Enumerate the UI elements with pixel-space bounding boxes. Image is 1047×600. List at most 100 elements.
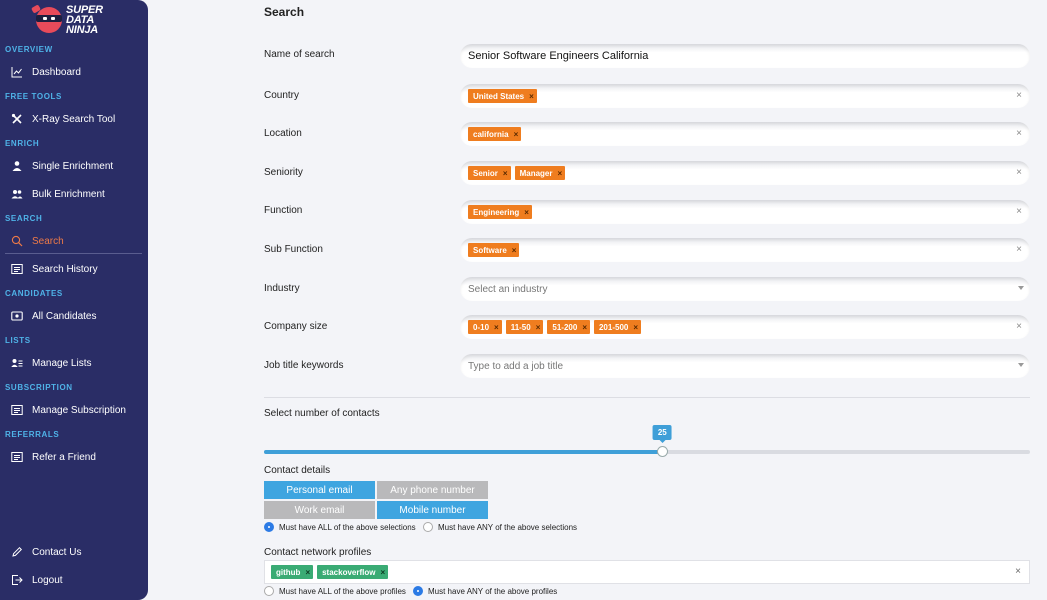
clear-icon[interactable]: × <box>1016 128 1022 139</box>
sidebar-item-logout[interactable]: Logout <box>0 569 142 591</box>
sidebar-item-label: Single Enrichment <box>32 160 114 172</box>
id-card-icon <box>11 310 23 322</box>
function-select[interactable]: Engineering × × <box>460 200 1030 224</box>
country-select[interactable]: United States × × <box>460 84 1030 108</box>
sidebar-item-label: Refer a Friend <box>32 451 96 463</box>
sidebar-item-label: Contact Us <box>32 546 82 558</box>
tag-remove-icon[interactable]: × <box>529 92 534 101</box>
sidebar-item-search-history[interactable]: Search History <box>0 258 142 280</box>
location-label: Location <box>264 128 302 139</box>
contact-radio-any[interactable]: Must have ANY of the above selections <box>423 522 577 532</box>
chevron-down-icon[interactable] <box>1018 286 1024 290</box>
clear-icon[interactable]: × <box>1016 167 1022 178</box>
radio-selected-icon <box>413 586 423 596</box>
any-phone-toggle[interactable]: Any phone number <box>377 481 488 499</box>
tag-remove-icon[interactable]: × <box>536 323 541 332</box>
sidebar-item-manage-subscription[interactable]: Manage Subscription <box>0 399 142 421</box>
sidebar-item-dashboard[interactable]: Dashboard <box>0 61 142 83</box>
sidebar-item-search[interactable]: Search <box>0 230 142 254</box>
industry-select[interactable]: Select an industry <box>460 277 1030 301</box>
slider-fill <box>264 450 663 454</box>
clear-icon[interactable]: × <box>1016 206 1022 217</box>
job-title-placeholder: Type to add a job title <box>468 360 564 372</box>
tag-remove-icon[interactable]: × <box>512 246 517 255</box>
section-subscription: SUBSCRIPTION <box>5 383 73 392</box>
personal-email-toggle[interactable]: Personal email <box>264 481 375 499</box>
list-icon <box>11 263 23 275</box>
contacts-slider-label: Select number of contacts <box>264 408 380 419</box>
company-size-label: Company size <box>264 321 328 332</box>
tag-remove-icon[interactable]: × <box>380 568 385 577</box>
tag-remove-icon[interactable]: × <box>524 208 529 217</box>
tag-github: github × <box>271 565 314 579</box>
job-title-input[interactable]: Type to add a job title <box>460 354 1030 378</box>
chart-line-icon <box>11 66 23 78</box>
slider-handle[interactable] <box>657 446 669 457</box>
name-of-search-input[interactable]: Senior Software Engineers California <box>460 44 1030 68</box>
tag-remove-icon[interactable]: × <box>633 323 638 332</box>
sidebar-item-xray-search[interactable]: X-Ray Search Tool <box>0 108 142 130</box>
chevron-down-icon[interactable] <box>1018 363 1024 367</box>
ninja-mask <box>36 15 62 22</box>
contacts-slider[interactable]: 25 <box>264 425 1030 457</box>
logout-icon <box>11 574 23 586</box>
mobile-number-toggle[interactable]: Mobile number <box>377 501 488 519</box>
search-icon <box>11 235 23 247</box>
tag-size-201-500: 201-500 × <box>593 320 642 334</box>
sidebar-item-single-enrichment[interactable]: Single Enrichment <box>0 155 142 177</box>
page-title: Search <box>264 5 305 19</box>
seniority-label: Seniority <box>264 167 303 178</box>
network-profiles-label: Contact network profiles <box>264 547 372 558</box>
contact-radio-all[interactable]: Must have ALL of the above selections <box>264 522 416 532</box>
network-radio-all[interactable]: Must have ALL of the above profiles <box>264 586 406 596</box>
seniority-select[interactable]: Senior × Manager × × <box>460 161 1030 185</box>
sidebar-item-all-candidates[interactable]: All Candidates <box>0 305 142 327</box>
sidebar-item-label: Manage Lists <box>32 357 92 369</box>
sub-function-select[interactable]: Software × × <box>460 238 1030 262</box>
network-profiles-select[interactable]: github × stackoverflow × × <box>264 560 1030 584</box>
user-icon <box>11 160 23 172</box>
location-select[interactable]: california × × <box>460 122 1030 146</box>
industry-label: Industry <box>264 283 300 294</box>
radio-label: Must have ALL of the above selections <box>279 522 416 532</box>
list-icon <box>11 404 23 416</box>
company-size-select[interactable]: 0-10 × 11-50 × 51-200 × 201-500 × × <box>460 315 1030 339</box>
sidebar-item-label: Dashboard <box>32 66 81 78</box>
job-title-label: Job title keywords <box>264 360 344 371</box>
section-overview: OVERVIEW <box>5 45 53 54</box>
clear-icon[interactable]: × <box>1015 566 1021 577</box>
work-email-toggle[interactable]: Work email <box>264 501 375 519</box>
tag-software: Software × <box>468 243 520 257</box>
country-label: Country <box>264 90 300 101</box>
sidebar-item-label: Manage Subscription <box>32 404 126 416</box>
clear-icon[interactable]: × <box>1016 321 1022 332</box>
network-radio-any[interactable]: Must have ANY of the above profiles <box>413 586 557 596</box>
tag-united-states: United States × <box>468 89 537 103</box>
radio-label: Must have ANY of the above profiles <box>428 586 558 596</box>
sidebar-item-bulk-enrichment[interactable]: Bulk Enrichment <box>0 183 142 205</box>
sidebar-item-label: Bulk Enrichment <box>32 188 105 200</box>
tag-remove-icon[interactable]: × <box>503 169 508 178</box>
tag-remove-icon[interactable]: × <box>557 169 562 178</box>
tag-remove-icon[interactable]: × <box>494 323 499 332</box>
tag-remove-icon[interactable]: × <box>514 130 519 139</box>
sidebar-item-refer-friend[interactable]: Refer a Friend <box>0 446 142 468</box>
users-icon <box>11 188 23 200</box>
clear-icon[interactable]: × <box>1016 90 1022 101</box>
radio-unselected-icon <box>264 586 274 596</box>
list-icon <box>11 451 23 463</box>
sidebar-item-label: All Candidates <box>32 310 97 322</box>
tag-size-51-200: 51-200 × <box>547 320 590 334</box>
ninja-eye-left <box>43 17 47 20</box>
brand-logo[interactable]: SUPER DATA NINJA <box>31 4 116 36</box>
industry-placeholder: Select an industry <box>468 283 548 295</box>
sidebar-item-contact-us[interactable]: Contact Us <box>0 541 142 563</box>
tag-remove-icon[interactable]: × <box>305 568 310 577</box>
clear-icon[interactable]: × <box>1016 244 1022 255</box>
contact-details-label: Contact details <box>264 465 331 476</box>
tools-icon <box>11 113 23 125</box>
function-label: Function <box>264 205 303 216</box>
tag-engineering: Engineering × <box>468 205 532 219</box>
sidebar-item-manage-lists[interactable]: Manage Lists <box>0 352 142 374</box>
tag-remove-icon[interactable]: × <box>582 323 587 332</box>
